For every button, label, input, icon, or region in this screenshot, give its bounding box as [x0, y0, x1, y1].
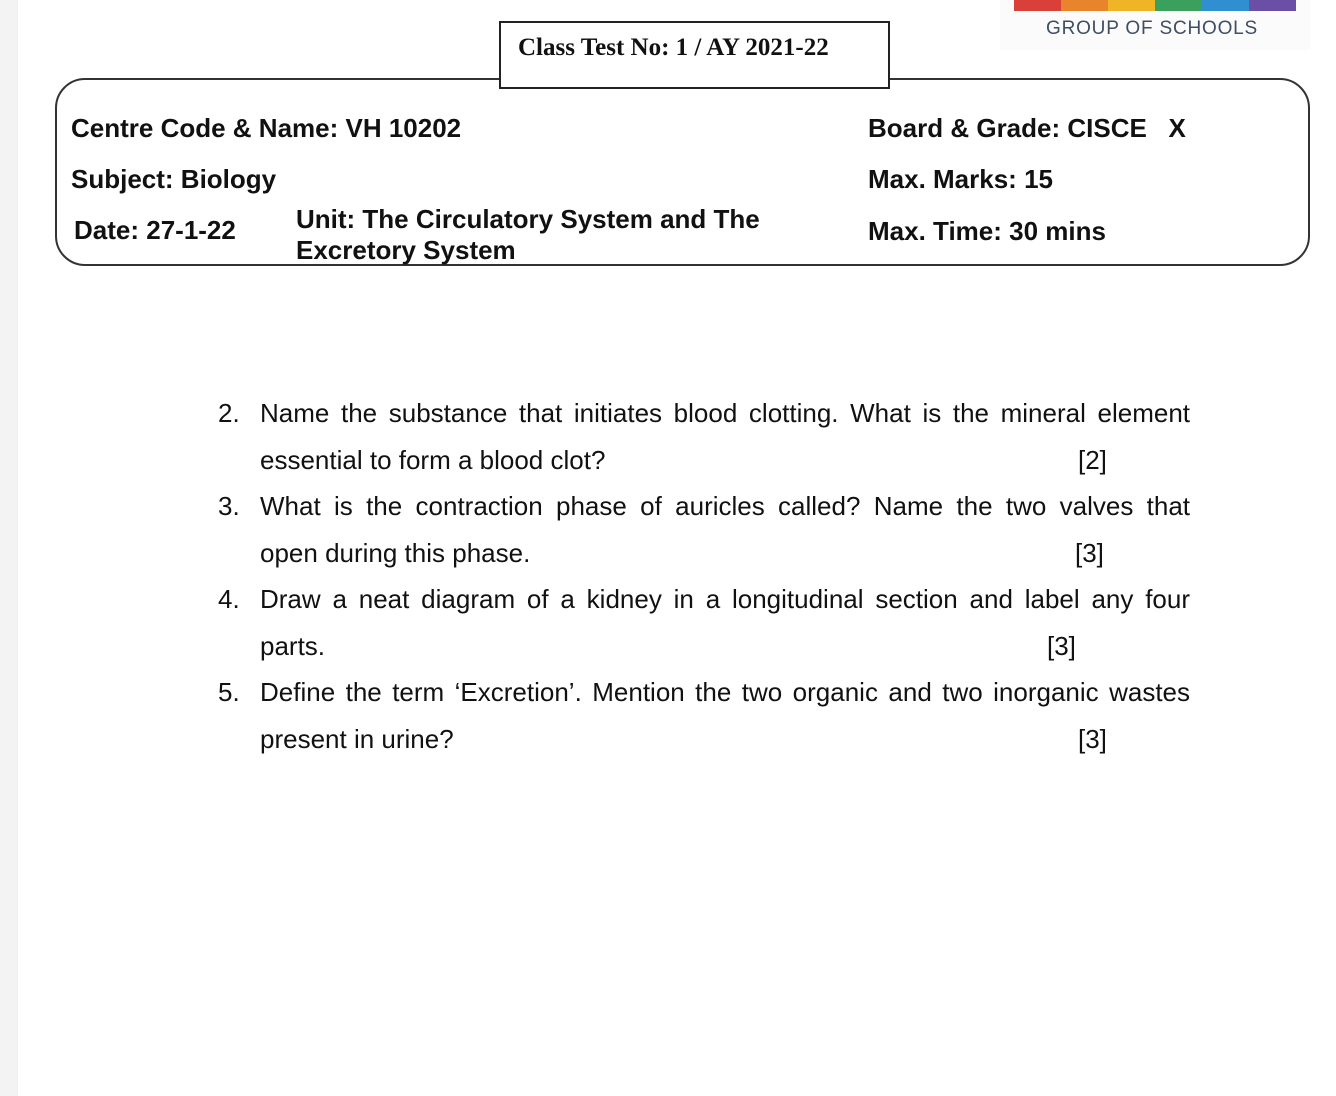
question-number: 3.	[218, 491, 240, 521]
logo-block	[1202, 0, 1249, 11]
max-marks: Max. Marks: 15	[868, 164, 1053, 194]
page-left-margin	[0, 0, 18, 1096]
question-line-2: present in urine? [3]	[218, 716, 1190, 763]
question-item: 5. Define the term ‘Excretion’. Mention t…	[218, 669, 1190, 762]
question-text-continued: present in urine?	[260, 723, 454, 754]
logo-block	[1249, 0, 1296, 11]
question-marks: [3]	[1078, 723, 1107, 754]
question-line-1: 2. Name the substance that initiates bloo…	[218, 390, 1190, 437]
question-text-continued: essential to form a blood clot?	[260, 444, 606, 475]
board-grade: Board & Grade: CISCE X	[868, 113, 1186, 143]
question-line-1: 5. Define the term ‘Excretion’. Mention t…	[218, 669, 1190, 716]
question-line-2: parts. [3]	[218, 623, 1190, 670]
question-marks: [3]	[1047, 630, 1076, 661]
test-title: Class Test No: 1 / AY 2021-22	[518, 34, 829, 61]
question-item: 2. Name the substance that initiates bloo…	[218, 390, 1190, 483]
question-text-continued: parts.	[260, 630, 326, 661]
question-text: What is the contraction phase of auricle…	[260, 491, 1190, 521]
question-number: 2.	[218, 398, 240, 428]
subject: Subject: Biology	[71, 164, 277, 194]
question-line-2: open during this phase. [3]	[218, 530, 1190, 577]
question-list: 2. Name the substance that initiates bloo…	[218, 390, 1190, 762]
test-date: Date: 27-1-22	[74, 215, 236, 245]
question-marks: [3]	[1075, 537, 1104, 568]
question-item: 4. Draw a neat diagram of a kidney in a l…	[218, 576, 1190, 669]
question-text-continued: open during this phase.	[260, 537, 531, 568]
logo-block	[1014, 0, 1061, 11]
question-line-1: 3. What is the contraction phase of auric…	[218, 483, 1190, 530]
question-number: 5.	[218, 677, 240, 707]
logo-color-strip	[1014, 0, 1296, 11]
question-marks: [2]	[1078, 444, 1107, 475]
unit-line-2: Excretory System	[296, 235, 516, 265]
question-item: 3. What is the contraction phase of auric…	[218, 483, 1190, 576]
question-line-1: 4. Draw a neat diagram of a kidney in a l…	[218, 576, 1190, 623]
unit-line-1: Unit: The Circulatory System and The	[296, 204, 760, 234]
question-text: Draw a neat diagram of a kidney in a lon…	[260, 584, 1190, 614]
centre-code: Centre Code & Name: VH 10202	[71, 113, 462, 143]
logo-block	[1155, 0, 1202, 11]
logo-block	[1061, 0, 1108, 11]
question-text: Name the substance that initiates blood …	[260, 398, 1190, 428]
logo-block	[1108, 0, 1155, 11]
test-title-box: Class Test No: 1 / AY 2021-22	[499, 21, 890, 89]
question-line-2: essential to form a blood clot? [2]	[218, 437, 1190, 484]
question-text: Define the term ‘Excretion’. Mention the…	[260, 677, 1190, 707]
max-time: Max. Time: 30 mins	[868, 216, 1106, 246]
question-number: 4.	[218, 584, 240, 614]
logo-subtitle: GROUP OF SCHOOLS	[1046, 18, 1258, 39]
